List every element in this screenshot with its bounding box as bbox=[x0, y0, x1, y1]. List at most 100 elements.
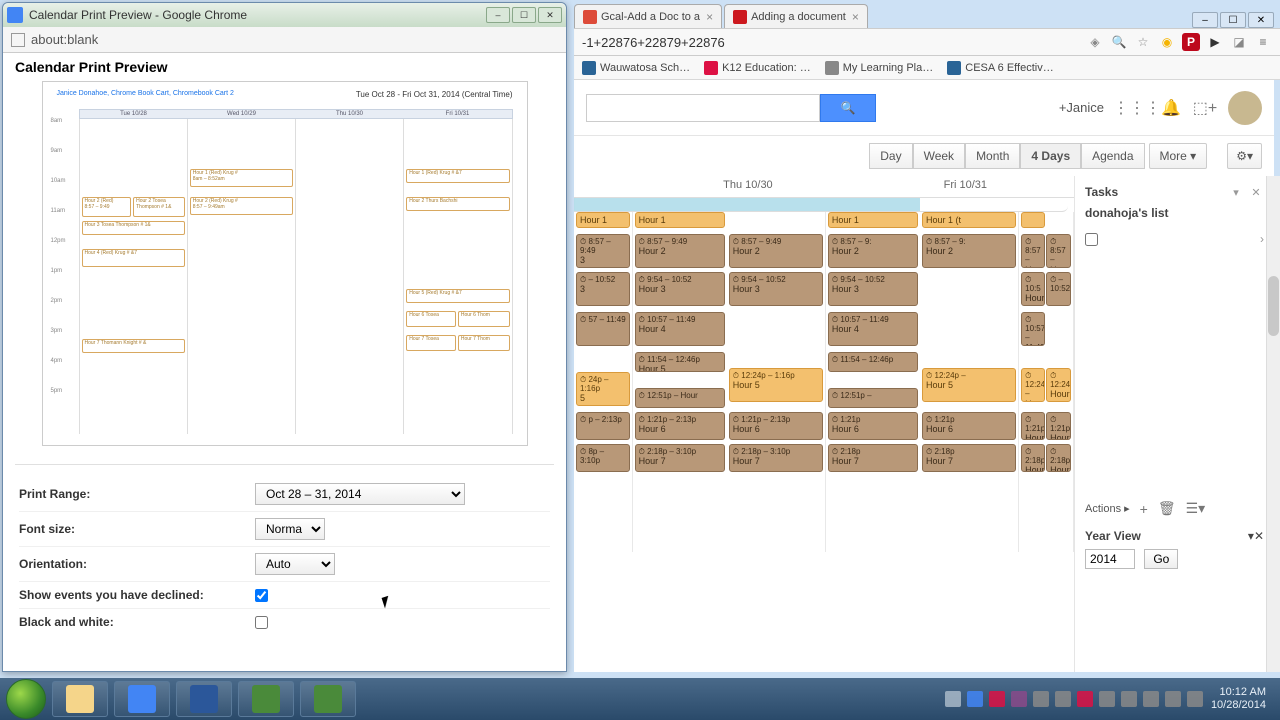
calendar-event[interactable]: ⏱ 8:57 –Hour 2 bbox=[1021, 234, 1045, 268]
calendar-event[interactable]: Hour 1 (t bbox=[922, 212, 1016, 228]
task-checkbox[interactable] bbox=[1085, 233, 1098, 246]
calendar-event[interactable]: ⏱ 9:54 – 10:52Hour 3 bbox=[635, 272, 725, 306]
calendar-event[interactable]: ⏱ 8p – 3:10p bbox=[576, 444, 630, 472]
font-size-select[interactable]: Normal bbox=[255, 518, 325, 540]
declined-checkbox[interactable] bbox=[255, 589, 268, 602]
tray-icon-6[interactable] bbox=[1077, 691, 1093, 707]
calendar-event[interactable]: ⏱ 2:18pHour 7 bbox=[1021, 444, 1045, 472]
tab-close-icon[interactable]: × bbox=[706, 10, 713, 24]
tray-icon-8[interactable] bbox=[1121, 691, 1137, 707]
tray-icon-3[interactable] bbox=[1011, 691, 1027, 707]
tray-icon-0[interactable] bbox=[945, 691, 961, 707]
preview-url[interactable]: about:blank bbox=[31, 32, 98, 47]
calendar-event[interactable]: ⏱ 11:54 – 12:46p bbox=[828, 352, 918, 372]
tray-icon-9[interactable] bbox=[1143, 691, 1159, 707]
apps-grid-icon[interactable]: ⋮⋮⋮ bbox=[1124, 95, 1150, 121]
bookmark-item[interactable]: CESA 6 Effectiv… bbox=[947, 61, 1053, 75]
search-input[interactable] bbox=[586, 94, 820, 122]
calendar-event[interactable]: ⏱ 2:18p – 3:10pHour 7 bbox=[729, 444, 823, 472]
google-plus-name[interactable]: +Janice bbox=[1059, 100, 1104, 115]
taskbar-app-explorer[interactable] bbox=[52, 681, 108, 717]
calendar-event[interactable]: ⏱ 24p – 1:16p5 bbox=[576, 372, 630, 406]
menu-icon[interactable]: ≡ bbox=[1254, 33, 1272, 51]
calendar-event[interactable]: ⏱ – 10:52 bbox=[1046, 272, 1071, 306]
calendar-event[interactable]: ⏱ 10:5Hour 3 bbox=[1021, 272, 1045, 306]
print-range-select[interactable]: Oct 28 – 31, 2014 bbox=[255, 483, 465, 505]
tray-icon-4[interactable] bbox=[1033, 691, 1049, 707]
bw-checkbox[interactable] bbox=[255, 616, 268, 629]
calendar-event[interactable]: ⏱ 1:21p – 2:13pHour 6 bbox=[635, 412, 725, 440]
calendar-event[interactable]: ⏱ 12:24pHour 5 (Red) bbox=[1046, 368, 1071, 402]
delete-task-icon[interactable]: 🗑 bbox=[1158, 500, 1176, 517]
calendar-event[interactable]: ⏱ 1:21pHour 6 bbox=[828, 412, 918, 440]
more-menu[interactable]: More ▾ bbox=[1149, 143, 1208, 169]
settings-gear-button[interactable]: ⚙ ▾ bbox=[1227, 143, 1262, 169]
close-tasks-icon[interactable]: ✕ bbox=[1248, 184, 1264, 200]
tray-icon-5[interactable] bbox=[1055, 691, 1071, 707]
zoom-icon[interactable]: ◈ bbox=[1086, 33, 1104, 51]
year-input[interactable] bbox=[1085, 549, 1135, 569]
calendar-event[interactable]: ⏱ 11:54 – 12:46pHour 5 bbox=[635, 352, 725, 372]
calendar-event[interactable]: ⏱ 2:18pHour 7 bbox=[1046, 444, 1071, 472]
grid-scrollbar[interactable] bbox=[1266, 176, 1280, 672]
orientation-select[interactable]: Auto bbox=[255, 553, 335, 575]
calendar-event[interactable] bbox=[1021, 212, 1045, 228]
url-text[interactable]: -1+22876+22879+22876 bbox=[582, 35, 1080, 50]
chevron-right-icon[interactable]: › bbox=[1260, 232, 1264, 246]
calendar-event[interactable]: ⏱ 10:57 – 11:49Hour 4 bbox=[635, 312, 725, 346]
calendar-event[interactable]: Hour 1 bbox=[635, 212, 725, 228]
minimize-button[interactable]: – bbox=[1192, 12, 1218, 28]
user-avatar[interactable] bbox=[1228, 91, 1262, 125]
calendar-event[interactable]: Hour 1 bbox=[576, 212, 630, 228]
bookmark-item[interactable]: My Learning Pla… bbox=[825, 61, 934, 75]
ext2-icon[interactable]: ▶ bbox=[1206, 33, 1224, 51]
calendar-event[interactable]: ⏱ 1:21pHour bbox=[1046, 412, 1071, 440]
calendar-event[interactable]: ⏱ 12:51p – bbox=[828, 388, 918, 408]
notifications-icon[interactable]: 🔔 bbox=[1158, 95, 1184, 121]
browser-tab-2[interactable]: Adding a document × bbox=[724, 4, 868, 28]
preview-minimize-button[interactable]: – bbox=[486, 7, 510, 23]
taskbar-app-chrome[interactable] bbox=[114, 681, 170, 717]
calendar-event[interactable]: ⏱ 1:21pHour 6 bbox=[922, 412, 1016, 440]
calendar-event[interactable]: ⏱ 12:24p –Hour 5 bbox=[1021, 368, 1045, 402]
start-button[interactable] bbox=[6, 679, 46, 719]
view-button-agenda[interactable]: Agenda bbox=[1081, 143, 1144, 169]
allday-event-bar[interactable] bbox=[574, 198, 1068, 212]
calendar-event[interactable]: ⏱ 8:57 – 9:49Hour 2 bbox=[729, 234, 823, 268]
task-list-icon[interactable]: ☰▾ bbox=[1186, 500, 1206, 517]
tray-icon-11[interactable] bbox=[1187, 691, 1203, 707]
go-button[interactable]: Go bbox=[1144, 549, 1178, 569]
taskbar-app-app5[interactable] bbox=[300, 681, 356, 717]
calendar-event[interactable]: ⏱ 8:57 – 9:Hour 2 bbox=[828, 234, 918, 268]
close-button[interactable]: ✕ bbox=[1248, 12, 1274, 28]
task-row[interactable]: › bbox=[1085, 228, 1264, 250]
bookmark-item[interactable]: K12 Education: … bbox=[704, 61, 811, 75]
calendar-event[interactable]: ⏱ 9:54 – 10:52Hour 3 bbox=[828, 272, 918, 306]
taskbar-app-camtasia[interactable] bbox=[238, 681, 294, 717]
calendar-event[interactable]: ⏱ 2:18pHour 7 bbox=[828, 444, 918, 472]
ext3-icon[interactable]: ◪ bbox=[1230, 33, 1248, 51]
magnify-icon[interactable]: 🔍 bbox=[1110, 33, 1128, 51]
tray-icon-7[interactable] bbox=[1099, 691, 1115, 707]
calendar-event[interactable]: ⏱ 12:24p –Hour 5 bbox=[922, 368, 1016, 402]
calendar-event[interactable]: ⏱ 2:18pHour 7 bbox=[922, 444, 1016, 472]
search-button[interactable]: 🔍 bbox=[820, 94, 876, 122]
calendar-event[interactable]: ⏱ 2:18p – 3:10pHour 7 bbox=[635, 444, 725, 472]
minimize-tasks-icon[interactable]: ▾ bbox=[1228, 184, 1244, 200]
tray-icon-2[interactable] bbox=[989, 691, 1005, 707]
actions-menu[interactable]: Actions ▸ bbox=[1085, 502, 1130, 515]
calendar-event[interactable]: ⏱ 10:57 – 11:49Hour 4 bbox=[828, 312, 918, 346]
view-button-4-days[interactable]: 4 Days bbox=[1020, 143, 1081, 169]
close-yearview-icon[interactable]: ✕ bbox=[1254, 529, 1264, 543]
view-button-week[interactable]: Week bbox=[913, 143, 965, 169]
calendar-event[interactable]: ⏱ 8:57 –Hour 2 bbox=[1046, 234, 1071, 268]
calendar-event[interactable]: Hour 1 bbox=[828, 212, 918, 228]
scrollbar-thumb[interactable] bbox=[1268, 276, 1279, 336]
calendar-grid[interactable]: Thu 10/30 Fri 10/31 Hour 1⏱ 8:57 – 9:493… bbox=[574, 176, 1074, 672]
calendar-event[interactable]: ⏱ 12:24p – 1:16pHour 5 bbox=[729, 368, 823, 402]
calendar-event[interactable]: ⏱ 57 – 11:49 bbox=[576, 312, 630, 346]
pinterest-icon[interactable]: P bbox=[1182, 33, 1200, 51]
calendar-event[interactable]: ⏱ 1:21p – 2:13pHour 6 bbox=[729, 412, 823, 440]
calendar-event[interactable]: ⏱ 10:57 – 11:49Hour 4 bbox=[1021, 312, 1045, 346]
taskbar-app-word[interactable] bbox=[176, 681, 232, 717]
